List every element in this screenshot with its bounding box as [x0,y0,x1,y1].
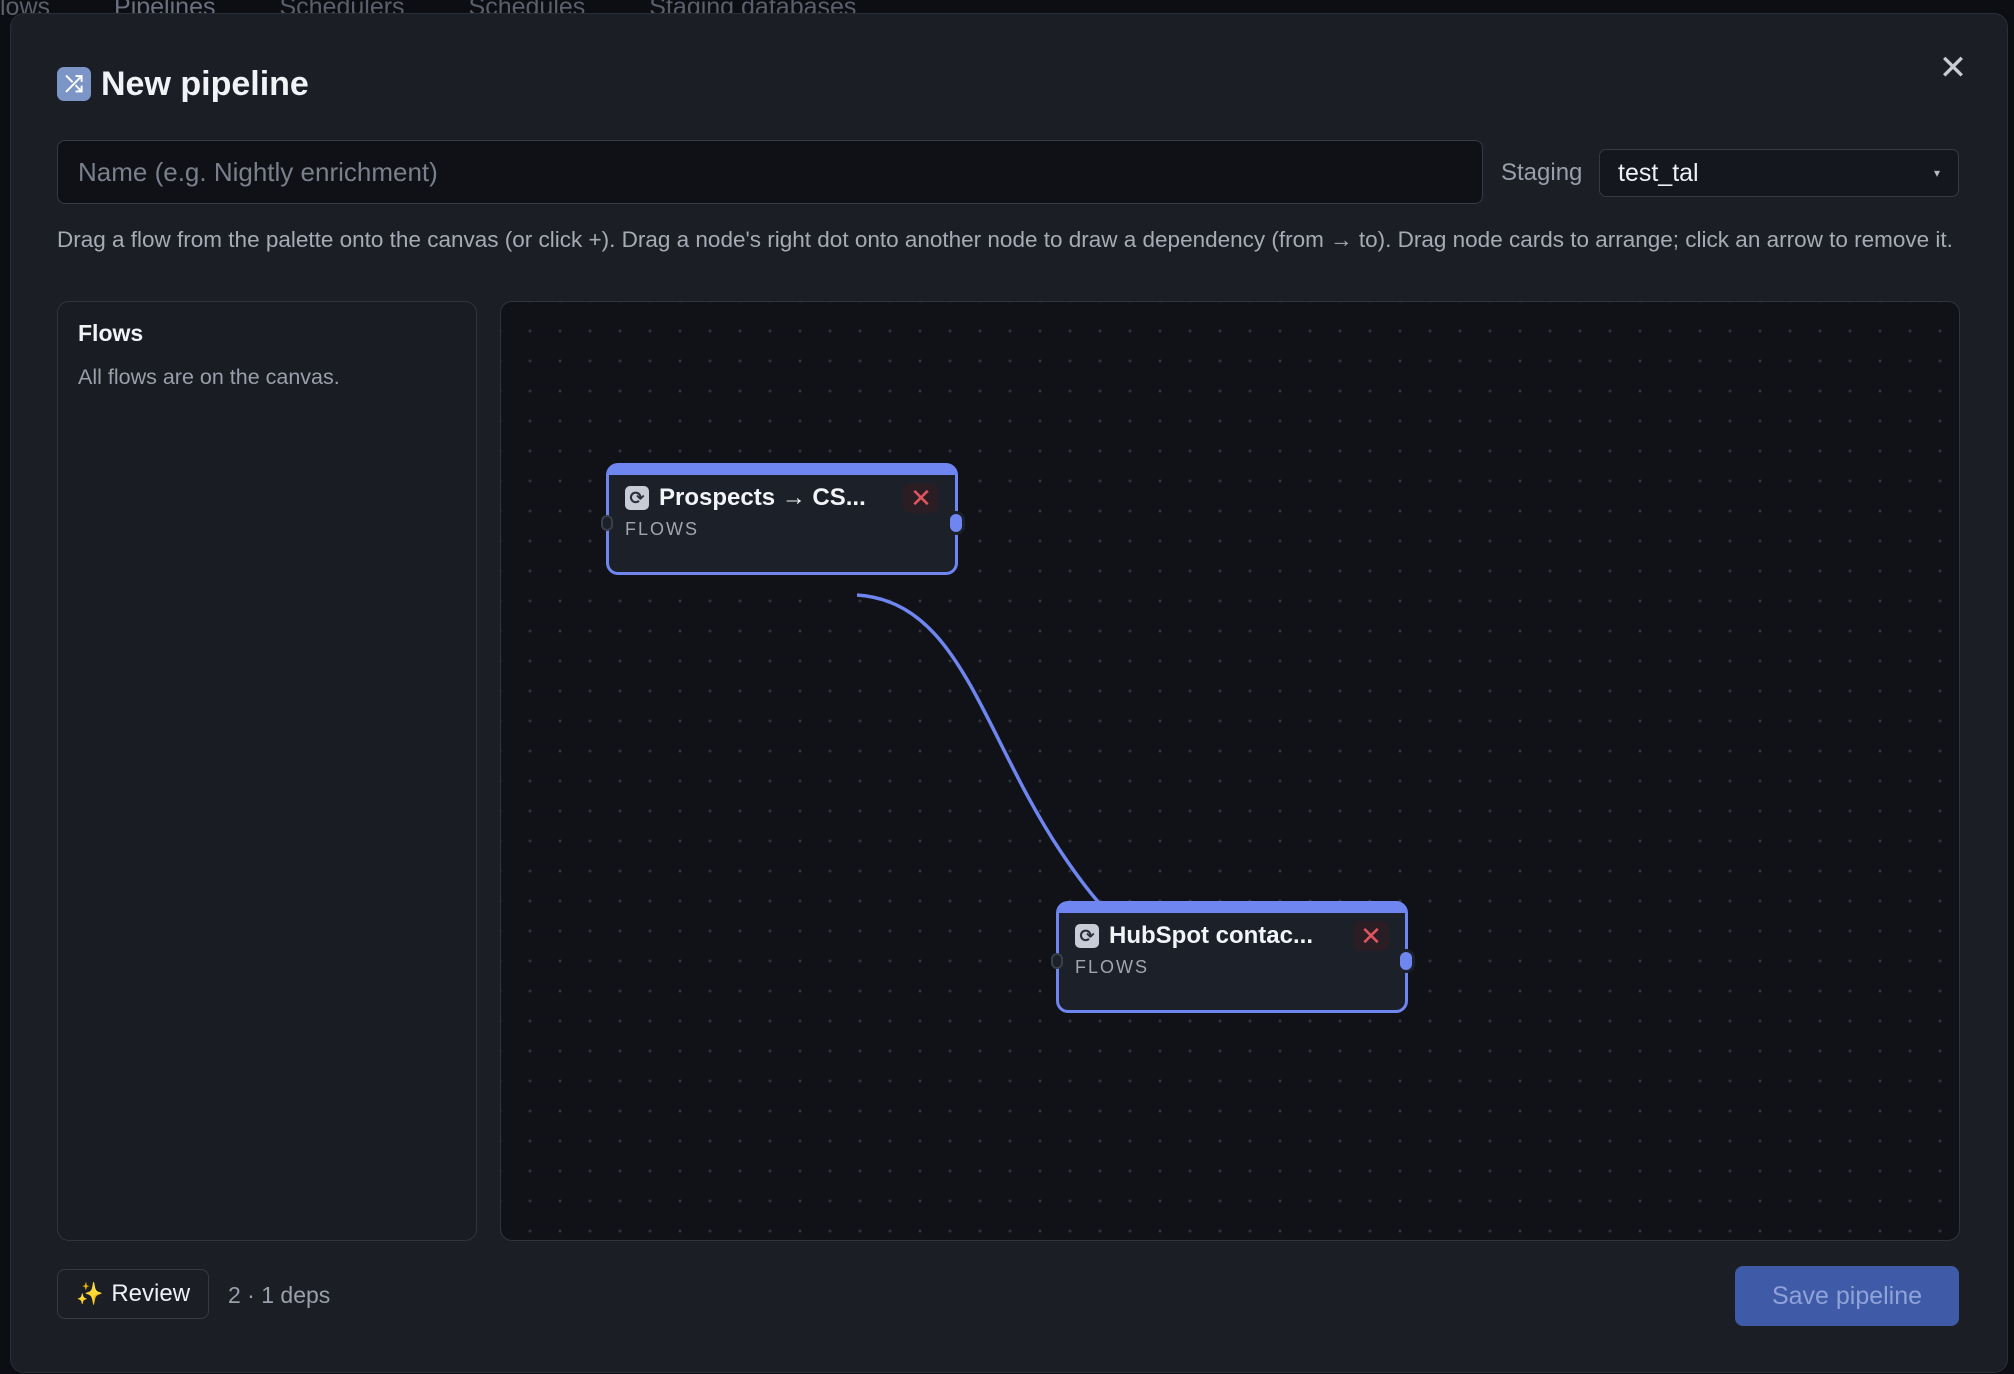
edges-layer [856,593,1175,956]
dependency-arrow[interactable] [856,593,1175,956]
save-pipeline-button[interactable]: Save pipeline [1735,1266,1959,1326]
staging-label: Staging [1501,159,1583,186]
remove-node-icon[interactable]: ✕ [1353,921,1389,951]
review-label: Review [111,1280,191,1307]
chevron-down-icon: ▾ [1933,166,1940,180]
node-name: HubSpot contac... [1109,922,1313,949]
palette-empty-message: All flows are on the canvas. [78,365,340,389]
staging-select[interactable]: test_tal ▾ [1599,149,1959,197]
node-input-port[interactable] [601,515,613,531]
refresh-icon: ⟳ [625,486,649,510]
review-button[interactable]: ✨ Review [57,1269,209,1319]
node-kind: FLOWS [1075,957,1150,977]
modal-title: ⤮ New pipeline [57,64,309,104]
pipeline-canvas[interactable]: ⟳ Prospects → CS... ✕ FLOWS ⟳ HubSpot co… [500,301,1960,1241]
shuffle-icon: ⤮ [57,67,91,101]
flow-node[interactable]: ⟳ HubSpot contac... ✕ FLOWS [1051,901,1415,1013]
node-input-port[interactable] [1051,953,1063,969]
node-output-port[interactable] [947,511,965,535]
modal-title-text: New pipeline [101,64,309,103]
node-output-port[interactable] [1397,949,1415,973]
close-icon[interactable]: ✕ [1933,48,1973,88]
node-name: Prospects → CS... [659,484,866,511]
palette-title: Flows [78,320,144,346]
staging-value: test_tal [1618,158,1699,187]
deps-summary: 2 · 1 deps [228,1282,331,1308]
sparkles-icon: ✨ [75,1281,104,1306]
help-text: Drag a flow from the palette onto the ca… [57,227,1953,252]
pipeline-name-input[interactable] [57,140,1483,204]
flows-palette: Flows All flows are on the canvas. [57,301,477,1241]
node-kind: FLOWS [625,519,700,539]
new-pipeline-modal: ⤮ New pipeline ✕ Staging test_tal ▾ Drag… [10,13,2008,1373]
flow-node[interactable]: ⟳ Prospects → CS... ✕ FLOWS [601,463,965,575]
remove-node-icon[interactable]: ✕ [903,483,939,513]
refresh-icon: ⟳ [1075,924,1099,948]
